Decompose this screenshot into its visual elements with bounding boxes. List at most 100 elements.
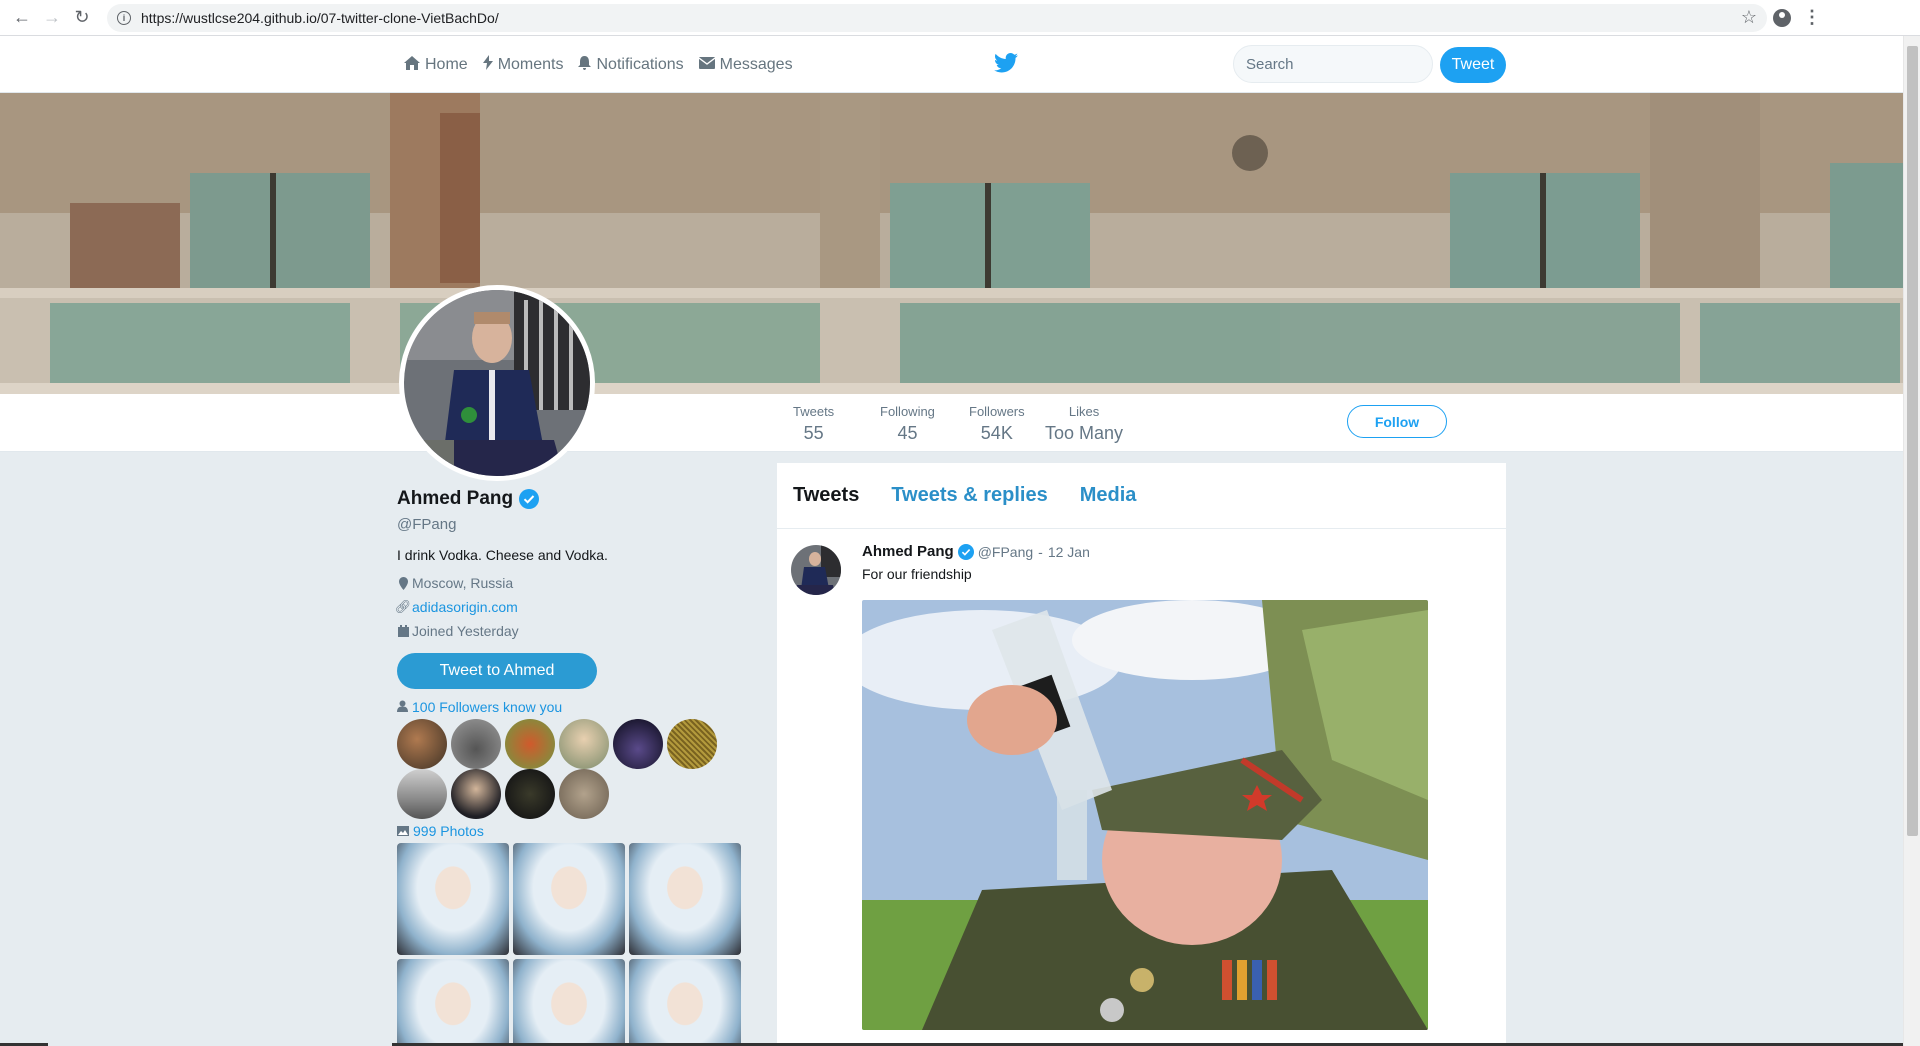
photos-link[interactable]: 999 Photos bbox=[413, 823, 484, 839]
user-icon bbox=[397, 700, 408, 715]
profile-bio: I drink Vodka. Cheese and Vodka. bbox=[397, 547, 608, 563]
profile-location-text: Moscow, Russia bbox=[412, 575, 514, 591]
kebab-menu-icon[interactable]: ⋮ bbox=[1797, 3, 1827, 33]
photo-thumbnail[interactable] bbox=[397, 843, 509, 955]
tweet-text: For our friendship bbox=[862, 566, 972, 582]
stat-tweets-value: 55 bbox=[803, 423, 824, 443]
reload-icon[interactable]: ↻ bbox=[67, 3, 97, 33]
tweet-author-handle[interactable]: @FPang bbox=[978, 544, 1033, 560]
bolt-icon bbox=[482, 55, 493, 74]
stat-likes[interactable]: Likes Too Many bbox=[1045, 404, 1123, 444]
address-bar[interactable]: i https://wustlcse204.github.io/07-twitt… bbox=[107, 3, 1767, 32]
search-input[interactable] bbox=[1233, 45, 1433, 83]
profile-banner bbox=[0, 93, 1903, 394]
back-arrow-icon[interactable]: ← bbox=[7, 3, 37, 33]
follower-avatar[interactable] bbox=[559, 719, 609, 769]
stat-likes-label: Likes bbox=[1068, 404, 1100, 419]
image-icon bbox=[397, 824, 409, 839]
calendar-icon bbox=[397, 625, 409, 637]
nav-home-label: Home bbox=[425, 55, 468, 73]
follower-avatar[interactable] bbox=[505, 719, 555, 769]
tab-tweets-replies[interactable]: Tweets & replies bbox=[891, 484, 1047, 507]
tweet-media-image[interactable] bbox=[862, 600, 1428, 1030]
stat-followers-value: 54K bbox=[980, 423, 1013, 443]
stat-tweets[interactable]: Tweets 55 bbox=[793, 404, 834, 444]
stat-following-label: Following bbox=[880, 404, 935, 419]
tweet-author-avatar[interactable] bbox=[791, 545, 841, 595]
photo-thumbnail[interactable] bbox=[629, 959, 741, 1046]
scrollbar-thumb[interactable] bbox=[1907, 46, 1918, 836]
follower-avatar[interactable] bbox=[559, 769, 609, 819]
follower-avatar[interactable] bbox=[613, 719, 663, 769]
follower-avatar[interactable] bbox=[397, 769, 447, 819]
verified-badge-icon bbox=[957, 543, 974, 560]
profile-joined-text: Joined Yesterday bbox=[412, 623, 519, 639]
followers-avatar-grid-row2 bbox=[397, 769, 737, 819]
profile-joined: Joined Yesterday bbox=[397, 623, 747, 639]
tweet-header: Ahmed Pang @FPang - 12 Jan bbox=[862, 543, 1490, 560]
bell-icon bbox=[578, 55, 592, 74]
profile-stats-bar: Tweets 55 Following 45 Followers 54K Lik… bbox=[0, 394, 1903, 452]
tweet-compose-button[interactable]: Tweet bbox=[1440, 47, 1506, 83]
follower-avatar[interactable] bbox=[667, 719, 717, 769]
top-navigation: Home Moments Notifications Messages Twee… bbox=[0, 36, 1903, 93]
profile-name-row: Ahmed Pang bbox=[397, 488, 747, 510]
stat-following[interactable]: Following 45 bbox=[880, 404, 935, 444]
twitter-bird-icon[interactable] bbox=[994, 53, 1018, 73]
browser-toolbar: ← → ↻ i https://wustlcse204.github.io/07… bbox=[0, 0, 1920, 36]
profile-name[interactable]: Ahmed Pang bbox=[397, 488, 513, 510]
home-icon bbox=[404, 55, 420, 74]
stat-following-value: 45 bbox=[897, 423, 918, 443]
stat-tweets-label: Tweets bbox=[793, 404, 835, 419]
tab-tweets[interactable]: Tweets bbox=[793, 484, 859, 507]
photo-thumbnail[interactable] bbox=[397, 959, 509, 1046]
photo-thumbnail[interactable] bbox=[629, 843, 741, 955]
follower-avatar[interactable] bbox=[397, 719, 447, 769]
follow-button[interactable]: Follow bbox=[1347, 405, 1447, 438]
nav-moments-label: Moments bbox=[497, 55, 564, 73]
profile-location: Moscow, Russia bbox=[397, 575, 747, 591]
account-icon[interactable] bbox=[1767, 3, 1797, 33]
nav-home[interactable]: Home bbox=[404, 55, 468, 74]
followers-avatar-grid bbox=[397, 719, 737, 769]
tweet-timestamp[interactable]: 12 Jan bbox=[1048, 544, 1090, 560]
bookmark-star-icon[interactable]: ☆ bbox=[1741, 7, 1757, 28]
tab-media[interactable]: Media bbox=[1080, 484, 1137, 507]
photos-section: 999 Photos bbox=[397, 823, 747, 839]
follower-avatar[interactable] bbox=[451, 719, 501, 769]
followers-you-know-link[interactable]: 100 Followers know you bbox=[412, 699, 562, 715]
follower-avatar[interactable] bbox=[451, 769, 501, 819]
profile-avatar[interactable] bbox=[399, 285, 595, 481]
nav-messages-label: Messages bbox=[719, 55, 793, 73]
verified-badge-icon bbox=[519, 489, 540, 509]
timeline: Tweets Tweets & replies Media Ahmed Pang… bbox=[777, 463, 1506, 1046]
nav-notifications[interactable]: Notifications bbox=[578, 55, 684, 74]
nav-notifications-label: Notifications bbox=[596, 55, 684, 73]
follower-avatar[interactable] bbox=[505, 769, 555, 819]
photo-thumbnail[interactable] bbox=[513, 843, 625, 955]
nav-messages[interactable]: Messages bbox=[698, 55, 793, 74]
stat-followers-label: Followers bbox=[969, 404, 1025, 419]
envelope-icon bbox=[698, 56, 716, 73]
profile-website-link[interactable]: adidasorigin.com bbox=[412, 599, 518, 615]
followers-you-know: 100 Followers know you bbox=[397, 699, 747, 715]
photo-thumbnail[interactable] bbox=[513, 959, 625, 1046]
page-scrollbar[interactable] bbox=[1903, 36, 1920, 1046]
map-pin-icon bbox=[397, 576, 409, 590]
timeline-tabs: Tweets Tweets & replies Media bbox=[777, 463, 1506, 529]
profile-sidebar: Ahmed Pang @FPang I drink Vodka. Cheese … bbox=[394, 488, 747, 1046]
tweet-author-name[interactable]: Ahmed Pang bbox=[862, 543, 954, 560]
info-icon[interactable]: i bbox=[117, 10, 131, 25]
nav-moments[interactable]: Moments bbox=[482, 55, 564, 74]
tweet-separator: - bbox=[1038, 543, 1043, 560]
photo-grid bbox=[397, 843, 747, 1046]
stat-followers[interactable]: Followers 54K bbox=[969, 404, 1025, 444]
forward-arrow-icon[interactable]: → bbox=[37, 3, 67, 33]
tweet-item[interactable]: Ahmed Pang @FPang - 12 Jan For our frien… bbox=[777, 529, 1506, 1044]
nav-links: Home Moments Notifications Messages bbox=[404, 36, 808, 93]
profile-website: 🔗︎ adidasorigin.com bbox=[394, 599, 747, 615]
url-text[interactable]: https://wustlcse204.github.io/07-twitter… bbox=[141, 10, 499, 26]
tweet-to-user-button[interactable]: Tweet to Ahmed bbox=[397, 653, 597, 689]
profile-handle[interactable]: @FPang bbox=[397, 516, 747, 533]
link-icon: 🔗︎ bbox=[394, 599, 412, 614]
